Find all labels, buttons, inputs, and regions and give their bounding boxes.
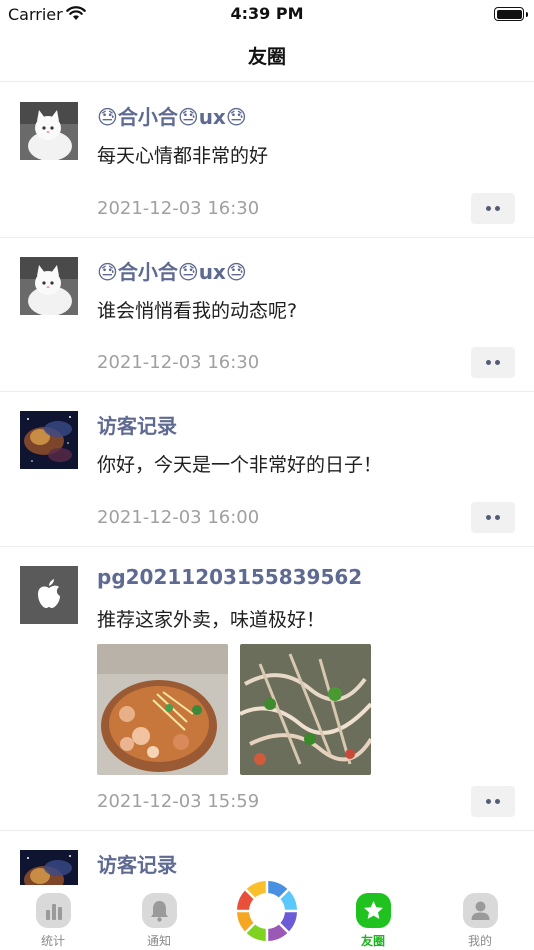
cat-avatar[interactable]: [20, 257, 78, 315]
nav-bar: 友圈: [0, 30, 534, 82]
post-author-name[interactable]: pg20211203155839562: [97, 565, 362, 589]
post-content: 每天心情都非常的好: [97, 145, 269, 167]
status-time: 4:39 PM: [230, 4, 304, 23]
feed-post: 访客记录: [0, 831, 534, 885]
cat-avatar[interactable]: [20, 102, 78, 160]
apple-logo-avatar[interactable]: [20, 566, 78, 624]
post-author-name[interactable]: 😓合小合😓ux😓: [97, 101, 247, 130]
more-options-button[interactable]: [471, 193, 515, 224]
tab-profile[interactable]: 我的: [427, 885, 533, 950]
dot-icon: [486, 515, 491, 520]
more-options-button[interactable]: [471, 786, 515, 817]
feed-post: 😓合小合😓ux😓 谁会悄悄看我的动态呢? 2021-12-03 16:30: [0, 238, 534, 392]
post-content: 谁会悄悄看我的动态呢?: [97, 300, 298, 322]
bell-icon: [142, 893, 177, 928]
dot-icon: [486, 206, 491, 211]
more-options-button[interactable]: [471, 347, 515, 378]
battery-icon: [494, 7, 528, 21]
dot-icon: [486, 799, 491, 804]
tab-label: 统计: [40, 934, 65, 948]
tab-notifications[interactable]: 通知: [106, 885, 212, 950]
food-photo-1[interactable]: [97, 644, 228, 775]
moments-feed[interactable]: 😓合小合😓ux😓 每天心情都非常的好 2021-12-03 16:30 😓合小合…: [0, 83, 534, 885]
more-options-button[interactable]: [471, 502, 515, 533]
post-timestamp: 2021-12-03 16:00: [97, 507, 260, 528]
star-icon: [356, 893, 391, 928]
post-author-name[interactable]: 访客记录: [97, 849, 177, 878]
tab-label: 通知: [146, 934, 171, 948]
tab-stats[interactable]: 统计: [0, 885, 106, 950]
page-title: 友圈: [247, 46, 286, 68]
post-author-name[interactable]: 访客记录: [97, 410, 177, 439]
status-bar: Carrier 4:39 PM: [0, 0, 534, 30]
post-timestamp: 2021-12-03 15:59: [97, 791, 260, 812]
feed-post: pg20211203155839562 推荐这家外卖，味道极好！ 2021-12…: [0, 547, 534, 831]
nebula-avatar[interactable]: [20, 411, 78, 469]
feed-post: 访客记录 你好，今天是一个非常好的日子！ 2021-12-03 16:00: [0, 392, 534, 547]
nebula-avatar[interactable]: [20, 850, 78, 885]
dot-icon: [486, 360, 491, 365]
tab-moments[interactable]: 友圈: [320, 885, 426, 950]
post-content: 推荐这家外卖，味道极好！: [97, 609, 326, 631]
post-timestamp: 2021-12-03 16:30: [97, 352, 260, 373]
feed-post: 😓合小合😓ux😓 每天心情都非常的好 2021-12-03 16:30: [0, 83, 534, 238]
color-wheel-button[interactable]: [234, 878, 300, 944]
tab-label: 我的: [467, 934, 492, 948]
food-photo-2[interactable]: [240, 644, 371, 775]
chart-icon: [36, 893, 71, 928]
person-icon: [463, 893, 498, 928]
dot-icon: [495, 515, 500, 520]
tab-label: 友圈: [360, 934, 385, 948]
dot-icon: [495, 206, 500, 211]
post-author-name[interactable]: 😓合小合😓ux😓: [97, 256, 247, 285]
dot-icon: [495, 799, 500, 804]
dot-icon: [495, 360, 500, 365]
post-timestamp: 2021-12-03 16:30: [97, 198, 260, 219]
post-content: 你好，今天是一个非常好的日子！: [97, 454, 383, 476]
